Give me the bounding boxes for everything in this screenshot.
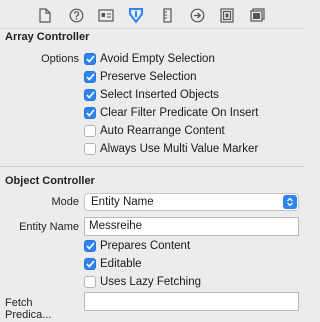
chevron-updown-icon	[283, 195, 297, 209]
option-avoid-empty-selection[interactable]: Avoid Empty Selection	[84, 51, 215, 67]
fetch-predicate-field[interactable]	[84, 292, 299, 311]
options-label: Options	[41, 53, 79, 65]
checkbox[interactable]	[84, 276, 96, 288]
size-icon[interactable]	[158, 6, 176, 24]
checkbox[interactable]	[84, 89, 96, 101]
option-uses-lazy-fetching[interactable]: Uses Lazy Fetching	[84, 274, 201, 290]
checkbox[interactable]	[84, 53, 96, 65]
section-divider	[0, 166, 305, 167]
option-clear-filter-predicate[interactable]: Clear Filter Predicate On Insert	[84, 105, 259, 121]
option-auto-rearrange-content[interactable]: Auto Rearrange Content	[84, 123, 225, 139]
array-controller-title: Array Controller	[5, 31, 90, 43]
mode-value: Entity Name	[91, 196, 154, 208]
fetch-predicate-label: Fetch Predica...	[5, 297, 52, 321]
file-icon[interactable]	[36, 6, 54, 24]
checkbox-label: Auto Rearrange Content	[100, 125, 225, 137]
mode-label: Mode	[51, 196, 79, 208]
checkbox-label: Uses Lazy Fetching	[100, 276, 201, 288]
option-editable[interactable]: Editable	[84, 256, 142, 272]
checkbox[interactable]	[84, 240, 96, 252]
checkbox-label: Preserve Selection	[100, 71, 197, 83]
checkbox-label: Prepares Content	[100, 240, 191, 252]
inspector-toolbar	[0, 0, 305, 29]
checkbox-label: Always Use Multi Value Marker	[100, 143, 259, 155]
checkbox[interactable]	[84, 71, 96, 83]
checkbox[interactable]	[84, 125, 96, 137]
entity-name-field[interactable]: Messreihe	[84, 217, 299, 236]
mode-select[interactable]: Entity Name	[84, 193, 299, 211]
option-select-inserted-objects[interactable]: Select Inserted Objects	[84, 87, 219, 103]
object-controller-title: Object Controller	[5, 175, 95, 187]
view-effects-icon[interactable]	[248, 6, 266, 24]
checkbox-label: Avoid Empty Selection	[100, 53, 215, 65]
entity-name-label: Entity Name	[19, 221, 79, 233]
help-icon[interactable]	[67, 6, 85, 24]
bindings-icon[interactable]	[218, 6, 236, 24]
identity-icon[interactable]	[97, 6, 115, 24]
checkbox-label: Select Inserted Objects	[100, 89, 219, 101]
checkbox-label: Editable	[100, 258, 142, 270]
connections-icon[interactable]	[188, 6, 206, 24]
checkbox[interactable]	[84, 143, 96, 155]
checkbox-label: Clear Filter Predicate On Insert	[100, 107, 259, 119]
entity-name-value: Messreihe	[89, 220, 143, 232]
option-prepares-content[interactable]: Prepares Content	[84, 238, 190, 254]
attributes-icon[interactable]	[127, 6, 145, 24]
checkbox[interactable]	[84, 258, 96, 270]
option-always-use-multi-value-marker[interactable]: Always Use Multi Value Marker	[84, 141, 258, 157]
checkbox[interactable]	[84, 107, 96, 119]
option-preserve-selection[interactable]: Preserve Selection	[84, 69, 197, 85]
